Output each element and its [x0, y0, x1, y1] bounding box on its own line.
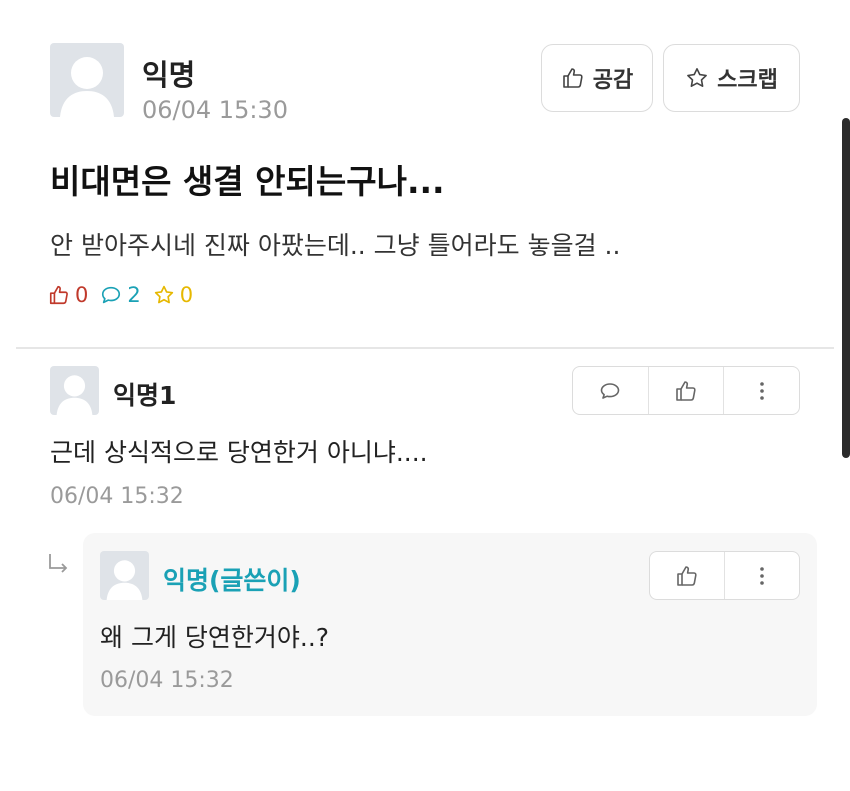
post-timestamp: 06/04 15:30: [142, 96, 288, 124]
person-silhouette-icon: [106, 560, 143, 600]
speech-bubble-icon: [601, 382, 620, 399]
reply-actions: [649, 551, 800, 600]
reply-more-button[interactable]: [724, 552, 799, 599]
thumbs-up-icon: [49, 285, 68, 305]
reply-arrow-icon: [46, 552, 72, 576]
reply-timestamp: 06/04 15:32: [100, 668, 234, 693]
comment-actions: [572, 366, 800, 415]
thumbs-up-icon: [677, 565, 697, 586]
comment-reply-button[interactable]: [573, 367, 648, 414]
comment-more-button[interactable]: [723, 367, 799, 414]
post-author-avatar: [50, 43, 124, 117]
more-vertical-icon: [760, 566, 764, 585]
post-title: 비대면은 생결 안되는구나...: [50, 162, 445, 201]
reply-like-button[interactable]: [650, 552, 724, 599]
comment-author-name: 익명1: [113, 381, 177, 410]
star-icon: [154, 285, 173, 304]
like-button-label: 공감: [592, 68, 634, 93]
post-author-name: 익명: [142, 58, 196, 92]
comment-count: 2: [100, 283, 141, 307]
section-divider: [16, 347, 834, 349]
reply-author-name: 익명(글쓴이): [163, 566, 301, 595]
comment-body: 근데 상식적으로 당연한거 아니냐....: [50, 438, 428, 467]
like-count: 0: [48, 283, 88, 307]
comment-count-value: 2: [127, 283, 141, 307]
post-body: 안 받아주시네 진짜 아팠는데.. 그냥 틀어라도 놓을걸 ..: [50, 231, 621, 260]
scrap-count-value: 0: [179, 283, 194, 307]
star-icon: [687, 68, 708, 87]
scrap-count: 0: [153, 283, 193, 307]
person-silhouette-icon: [56, 375, 93, 415]
like-button[interactable]: 공감: [541, 44, 653, 112]
thumbs-up-icon: [676, 380, 696, 401]
comment-timestamp: 06/04 15:32: [50, 484, 184, 509]
person-silhouette-icon: [60, 57, 114, 117]
reply-author-avatar: [100, 551, 149, 600]
comment-like-button[interactable]: [647, 367, 724, 414]
scrollbar[interactable]: [842, 118, 850, 458]
like-count-value: 0: [75, 283, 89, 307]
more-vertical-icon: [759, 381, 764, 400]
scrap-button[interactable]: 스크랩: [663, 44, 800, 112]
scrap-button-label: 스크랩: [717, 68, 778, 93]
speech-bubble-icon: [102, 286, 121, 304]
comment-author-avatar: [50, 366, 99, 415]
thumbs-up-icon: [562, 68, 583, 88]
reply-body: 왜 그게 당연한거야..?: [100, 623, 330, 652]
post-stats: 0 2 0: [48, 283, 205, 307]
